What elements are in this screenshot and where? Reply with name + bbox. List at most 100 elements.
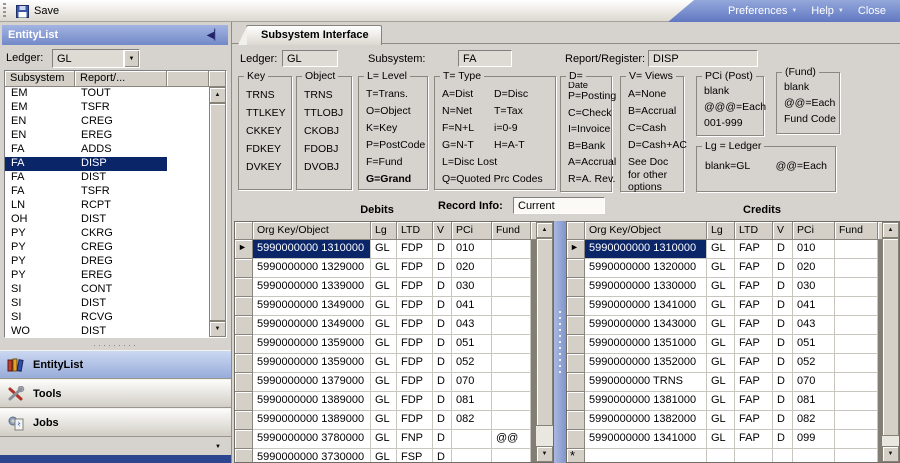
- row-selector[interactable]: [567, 316, 585, 335]
- cell[interactable]: GL: [371, 449, 397, 463]
- row-selector[interactable]: [567, 430, 585, 449]
- row-selector[interactable]: [567, 411, 585, 430]
- cell[interactable]: GL: [371, 373, 397, 392]
- cell[interactable]: GL: [371, 335, 397, 354]
- cell[interactable]: GL: [707, 392, 735, 411]
- cell[interactable]: [793, 449, 835, 463]
- cell[interactable]: D: [773, 316, 793, 335]
- table-row[interactable]: 5990000000 1382000GLFAPD082: [567, 411, 899, 430]
- cell[interactable]: [835, 430, 878, 449]
- cell[interactable]: D: [773, 430, 793, 449]
- cell[interactable]: [492, 449, 531, 463]
- row-selector[interactable]: [567, 259, 585, 278]
- cell[interactable]: 082: [793, 411, 835, 430]
- sidebar-item-entitylist[interactable]: EntityList: [0, 350, 231, 379]
- list-item[interactable]: FATSFR: [5, 185, 209, 199]
- list-item[interactable]: EMTOUT: [5, 87, 209, 101]
- cell[interactable]: GL: [707, 259, 735, 278]
- column-header[interactable]: PCi: [793, 222, 835, 240]
- cell[interactable]: [835, 373, 878, 392]
- cell[interactable]: 5990000000 3780000: [253, 430, 371, 449]
- table-row[interactable]: 5990000000 1329000GLFDPD020: [235, 259, 553, 278]
- scroll-down-icon[interactable]: ▼: [882, 446, 899, 462]
- cell[interactable]: 020: [452, 259, 492, 278]
- list-item[interactable]: OHDIST: [5, 213, 209, 227]
- column-header-subsystem[interactable]: Subsystem: [5, 71, 75, 87]
- cell[interactable]: FAP: [735, 297, 773, 316]
- scroll-up-icon[interactable]: ▲: [882, 222, 899, 238]
- scrollbar-thumb[interactable]: [209, 103, 226, 321]
- table-row[interactable]: 5990000000 1381000GLFAPD081: [567, 392, 899, 411]
- cell[interactable]: [835, 354, 878, 373]
- list-item[interactable]: FADIST: [5, 171, 209, 185]
- cell[interactable]: FDP: [397, 259, 433, 278]
- cell[interactable]: [835, 259, 878, 278]
- cell[interactable]: GL: [371, 430, 397, 449]
- column-header[interactable]: Lg: [371, 222, 397, 240]
- cell[interactable]: 5990000000 1343000: [585, 316, 707, 335]
- cell[interactable]: FDP: [397, 392, 433, 411]
- ledger-combobox[interactable]: GL ▼: [52, 49, 140, 68]
- row-selector[interactable]: [235, 335, 253, 354]
- cell[interactable]: [835, 392, 878, 411]
- scrollbar-thumb[interactable]: [882, 238, 899, 436]
- list-item[interactable]: ENEREG: [5, 129, 209, 143]
- cell[interactable]: FDP: [397, 240, 433, 259]
- cell[interactable]: FAP: [735, 392, 773, 411]
- cell[interactable]: 041: [793, 297, 835, 316]
- cell[interactable]: FAP: [735, 259, 773, 278]
- column-header[interactable]: Fund: [835, 222, 878, 240]
- row-selector[interactable]: [235, 297, 253, 316]
- cell[interactable]: 081: [793, 392, 835, 411]
- cell[interactable]: [492, 335, 531, 354]
- row-selector[interactable]: [235, 449, 253, 463]
- list-item[interactable]: SICONT: [5, 283, 209, 297]
- cell[interactable]: [835, 240, 878, 259]
- list-item[interactable]: PYCKRG: [5, 227, 209, 241]
- cell[interactable]: 043: [793, 316, 835, 335]
- table-row[interactable]: 5990000000 1352000GLFAPD052: [567, 354, 899, 373]
- list-item[interactable]: FAADDS: [5, 143, 209, 157]
- row-selector[interactable]: [567, 392, 585, 411]
- cell[interactable]: [835, 278, 878, 297]
- cell[interactable]: GL: [371, 278, 397, 297]
- cell[interactable]: D: [773, 335, 793, 354]
- cell[interactable]: D: [433, 430, 452, 449]
- cell[interactable]: 5990000000 1359000: [253, 335, 371, 354]
- cell[interactable]: FDP: [397, 316, 433, 335]
- cell[interactable]: 5990000000 1351000: [585, 335, 707, 354]
- cell[interactable]: D: [433, 354, 452, 373]
- cell[interactable]: D: [433, 449, 452, 463]
- cell[interactable]: 030: [793, 278, 835, 297]
- cell[interactable]: D: [433, 335, 452, 354]
- cell[interactable]: [585, 449, 707, 463]
- cell[interactable]: GL: [707, 411, 735, 430]
- row-selector[interactable]: [235, 278, 253, 297]
- cell[interactable]: FAP: [735, 316, 773, 335]
- toolbar-grip[interactable]: [3, 3, 6, 18]
- row-selector[interactable]: [567, 354, 585, 373]
- cell[interactable]: FDP: [397, 278, 433, 297]
- ledger-field[interactable]: GL: [282, 50, 338, 67]
- cell[interactable]: 030: [452, 278, 492, 297]
- cell[interactable]: [492, 316, 531, 335]
- grid-corner-cell[interactable]: [567, 222, 585, 240]
- list-item[interactable]: SIRCVG: [5, 311, 209, 325]
- list-item[interactable]: LNRCPT: [5, 199, 209, 213]
- table-row[interactable]: 5990000000 TRNSGLFAPD070: [567, 373, 899, 392]
- save-button[interactable]: Save: [11, 2, 64, 20]
- cell[interactable]: 5990000000 1310000: [253, 240, 371, 259]
- column-header-report[interactable]: Report/...: [75, 71, 167, 87]
- cell[interactable]: FSP: [397, 449, 433, 463]
- cell[interactable]: 070: [793, 373, 835, 392]
- cell[interactable]: [835, 297, 878, 316]
- cell[interactable]: 041: [452, 297, 492, 316]
- column-header[interactable]: Org Key/Object: [585, 222, 707, 240]
- cell[interactable]: 5990000000 1341000: [585, 297, 707, 316]
- row-selector[interactable]: [235, 373, 253, 392]
- cell[interactable]: [707, 449, 735, 463]
- cell[interactable]: 020: [793, 259, 835, 278]
- credits-scrollbar[interactable]: ▲ ▼: [882, 222, 899, 462]
- table-row[interactable]: 5990000000 1349000GLFDPD043: [235, 316, 553, 335]
- cell[interactable]: GL: [371, 259, 397, 278]
